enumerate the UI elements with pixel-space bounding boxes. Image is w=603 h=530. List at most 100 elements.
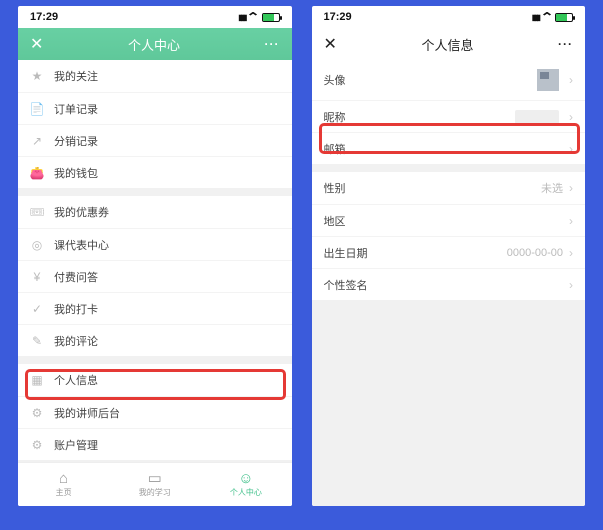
tab-personal[interactable]: ☺个人中心 — [200, 463, 291, 506]
chevron-right-icon: › — [569, 73, 573, 87]
row-rep-center[interactable]: ◎ 课代表中心 — [18, 228, 292, 260]
row-bio[interactable]: 个性签名 › — [312, 268, 586, 300]
birth-value: 0000-00-00 — [507, 247, 563, 259]
row-label: 我的评论 — [54, 333, 280, 349]
battery-icon — [262, 13, 280, 22]
group-2: 🎟 我的优惠券 ◎ 课代表中心 ¥ 付费问答 ✓ 我的打卡 ✎ 我的评论 — [18, 196, 292, 356]
yen-icon: ¥ — [30, 270, 44, 284]
book-icon: ▭ — [148, 471, 162, 486]
phone-personal-info: 17:29 ✕ 个人信息 ··· 头像 › 昵称 › 邮箱 › — [312, 6, 586, 506]
status-right — [532, 10, 573, 24]
signal-icon — [238, 13, 245, 22]
gender-value: 未选 — [541, 180, 563, 196]
nickname-value — [515, 110, 559, 124]
row-coupons[interactable]: 🎟 我的优惠券 — [18, 196, 292, 228]
info-list: 头像 › 昵称 › 邮箱 › 性别 未选 › 地区 › — [312, 60, 586, 506]
group-1: ★ 我的关注 📄 订单记录 ↗ 分销记录 👛 我的钱包 — [18, 60, 292, 188]
row-gender[interactable]: 性别 未选 › — [312, 172, 586, 204]
wifi-icon — [248, 10, 258, 24]
group-basic: 头像 › 昵称 › 邮箱 › — [312, 60, 586, 164]
status-right — [238, 10, 279, 24]
chevron-right-icon: › — [569, 246, 573, 260]
row-label: 头像 — [324, 72, 538, 88]
row-paid-qa[interactable]: ¥ 付费问答 — [18, 260, 292, 292]
nav-header: ✕ 个人中心 ··· — [18, 28, 292, 60]
chevron-right-icon: › — [569, 142, 573, 156]
group-detail: 性别 未选 › 地区 › 出生日期 0000-00-00 › 个性签名 › — [312, 172, 586, 300]
tab-label: 我的学习 — [139, 487, 171, 498]
tab-label: 个人中心 — [230, 487, 262, 498]
star-icon: ★ — [30, 69, 44, 83]
row-label: 课代表中心 — [54, 237, 280, 253]
row-checkin[interactable]: ✓ 我的打卡 — [18, 292, 292, 324]
row-label: 订单记录 — [54, 101, 280, 117]
row-label: 地区 — [324, 213, 564, 229]
more-icon[interactable]: ··· — [264, 37, 279, 51]
row-birth[interactable]: 出生日期 0000-00-00 › — [312, 236, 586, 268]
status-time: 17:29 — [30, 11, 58, 23]
row-instructor[interactable]: ⚙ 我的讲师后台 — [18, 396, 292, 428]
group-3: ▦ 个人信息 ⚙ 我的讲师后台 ⚙ 账户管理 — [18, 364, 292, 460]
row-distribution[interactable]: ↗ 分销记录 — [18, 124, 292, 156]
row-my-follow[interactable]: ★ 我的关注 — [18, 60, 292, 92]
row-orders[interactable]: 📄 订单记录 — [18, 92, 292, 124]
row-nickname[interactable]: 昵称 › — [312, 100, 586, 132]
row-label: 出生日期 — [324, 245, 507, 261]
row-label: 我的优惠券 — [54, 204, 280, 220]
chevron-right-icon: › — [569, 181, 573, 195]
edit-icon: ✎ — [30, 334, 44, 348]
row-region[interactable]: 地区 › — [312, 204, 586, 236]
target-icon: ◎ — [30, 238, 44, 252]
ticket-icon: 🎟 — [30, 205, 44, 219]
row-personal-info[interactable]: ▦ 个人信息 — [18, 364, 292, 396]
status-bar: 17:29 — [18, 6, 292, 28]
row-label: 个人信息 — [54, 372, 280, 388]
row-label: 付费问答 — [54, 269, 280, 285]
phone-personal-center: 17:29 ✕ 个人中心 ··· ★ 我的关注 📄 订单记录 ↗ 分销记录 👛 我的钱包… — [18, 6, 292, 506]
row-label: 我的讲师后台 — [54, 405, 280, 421]
battery-icon — [555, 13, 573, 22]
wallet-icon: 👛 — [30, 166, 44, 180]
home-icon: ⌂ — [59, 471, 68, 486]
row-label: 个性签名 — [324, 277, 564, 293]
row-avatar[interactable]: 头像 › — [312, 60, 586, 100]
signal-icon — [532, 13, 539, 22]
status-time: 17:29 — [324, 11, 352, 23]
status-bar: 17:29 — [312, 6, 586, 28]
row-label: 邮箱 — [324, 141, 564, 157]
gear-icon: ⚙ — [30, 438, 44, 452]
tab-label: 主页 — [56, 487, 72, 498]
nav-header: ✕ 个人信息 ··· — [312, 28, 586, 60]
close-icon[interactable]: ✕ — [30, 34, 43, 54]
check-icon: ✓ — [30, 302, 44, 316]
row-label: 昵称 — [324, 109, 516, 125]
share-icon: ↗ — [30, 134, 44, 148]
tab-study[interactable]: ▭我的学习 — [109, 463, 200, 506]
doc-icon: 📄 — [30, 102, 44, 116]
more-icon[interactable]: ··· — [558, 37, 573, 51]
row-label: 分销记录 — [54, 133, 280, 149]
card-icon: ▦ — [30, 373, 44, 387]
avatar — [537, 69, 559, 91]
tab-bar: ⌂主页 ▭我的学习 ☺个人中心 — [18, 462, 292, 506]
person-icon: ☺ — [238, 471, 253, 486]
close-icon[interactable]: ✕ — [324, 34, 337, 54]
row-account[interactable]: ⚙ 账户管理 — [18, 428, 292, 460]
page-title: 个人信息 — [421, 35, 473, 54]
tab-home[interactable]: ⌂主页 — [18, 463, 109, 506]
row-email[interactable]: 邮箱 › — [312, 132, 586, 164]
row-comments[interactable]: ✎ 我的评论 — [18, 324, 292, 356]
row-label: 我的钱包 — [54, 165, 280, 181]
gear-icon: ⚙ — [30, 406, 44, 420]
row-label: 性别 — [324, 180, 542, 196]
row-label: 我的打卡 — [54, 301, 280, 317]
chevron-right-icon: › — [569, 110, 573, 124]
page-title: 个人中心 — [128, 35, 180, 54]
row-label: 账户管理 — [54, 437, 280, 453]
chevron-right-icon: › — [569, 278, 573, 292]
chevron-right-icon: › — [569, 214, 573, 228]
row-wallet[interactable]: 👛 我的钱包 — [18, 156, 292, 188]
menu-list: ★ 我的关注 📄 订单记录 ↗ 分销记录 👛 我的钱包 🎟 我的优惠券 ◎ 课代表中心 ¥ 付… — [18, 60, 292, 462]
wifi-icon — [542, 10, 552, 24]
row-label: 我的关注 — [54, 68, 280, 84]
